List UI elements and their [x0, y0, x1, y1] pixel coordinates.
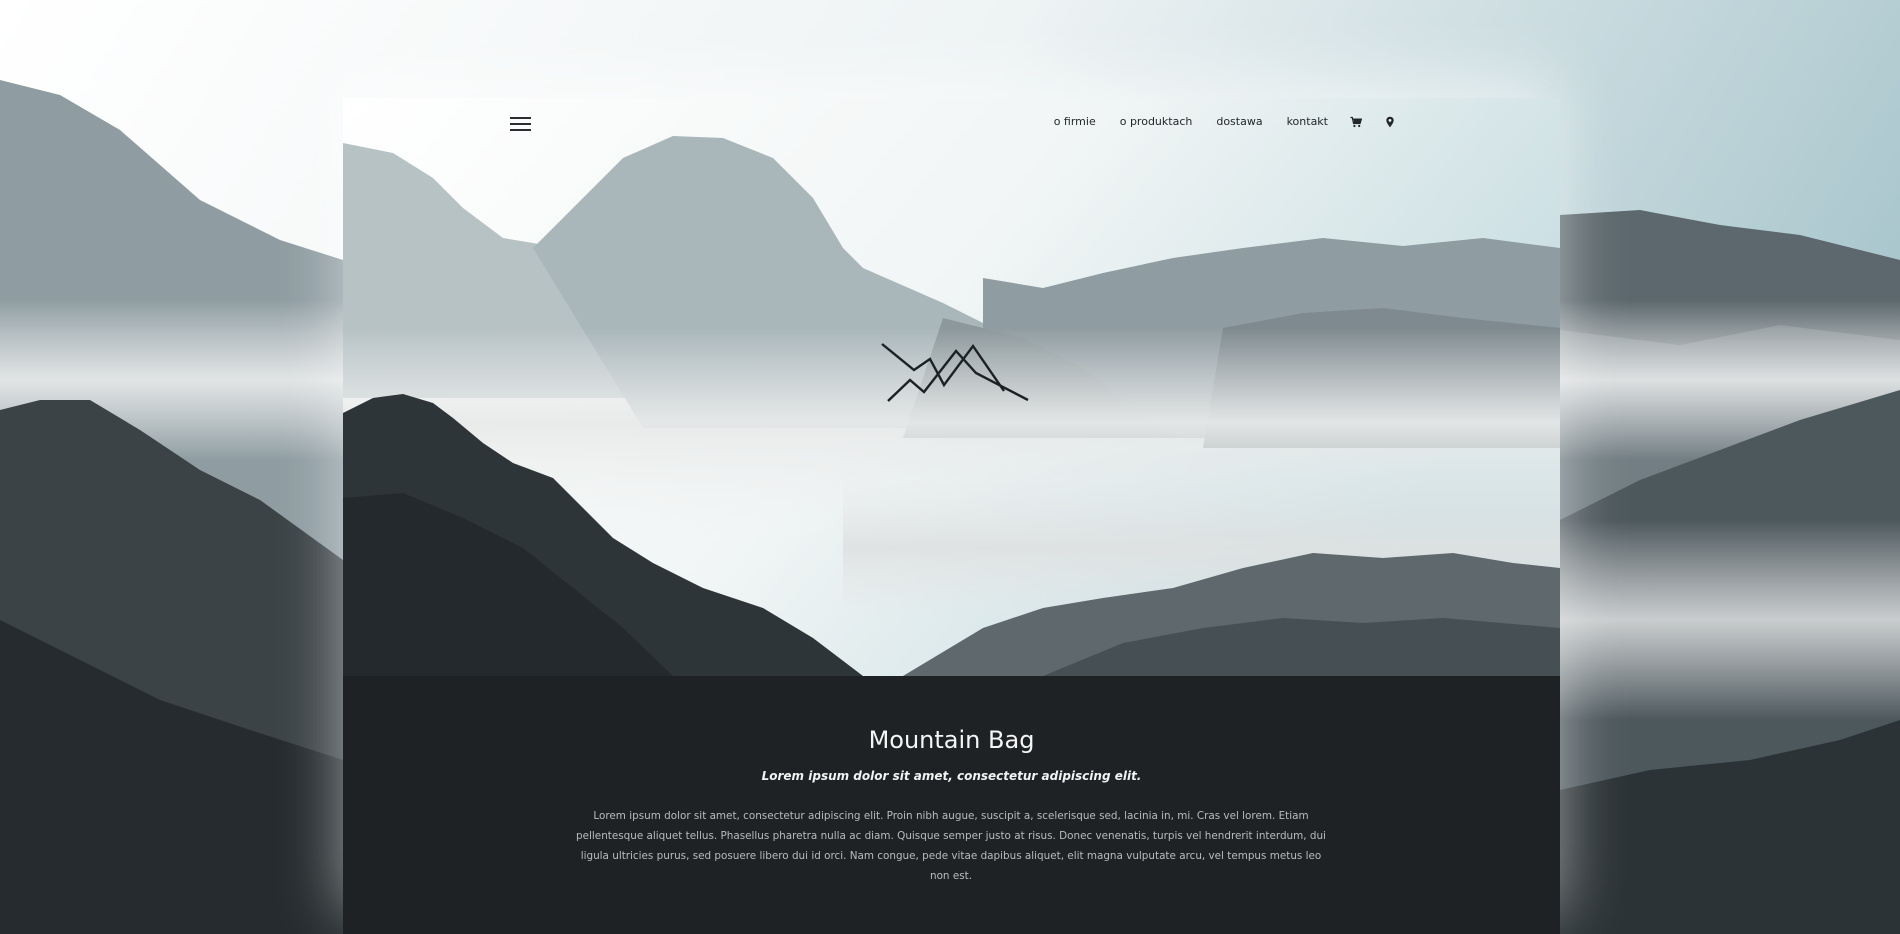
nav-item-kontakt[interactable]: kontakt [1287, 115, 1328, 128]
product-intro-section: Mountain Bag Lorem ipsum dolor sit amet,… [343, 676, 1560, 934]
page-subtitle: Lorem ipsum dolor sit amet, consectetur … [761, 769, 1142, 783]
page-mockup: o firmie o produktach dostawa kontakt Mo… [343, 98, 1560, 934]
main-nav: o firmie o produktach dostawa kontakt [1054, 115, 1396, 128]
page-title: Mountain Bag [868, 726, 1035, 754]
cart-icon[interactable] [1350, 116, 1362, 128]
hamburger-menu-icon[interactable] [510, 117, 531, 131]
body-paragraph: Lorem ipsum dolor sit amet, consectetur … [576, 810, 1326, 882]
nav-item-o-firmie[interactable]: o firmie [1054, 115, 1096, 128]
top-navigation-bar: o firmie o produktach dostawa kontakt [343, 98, 1560, 152]
mountain-logo-icon [881, 343, 1029, 402]
hero-section: o firmie o produktach dostawa kontakt [343, 98, 1560, 676]
location-pin-icon[interactable] [1384, 116, 1396, 128]
nav-item-o-produktach[interactable]: o produktach [1120, 115, 1193, 128]
nav-item-dostawa[interactable]: dostawa [1216, 115, 1262, 128]
